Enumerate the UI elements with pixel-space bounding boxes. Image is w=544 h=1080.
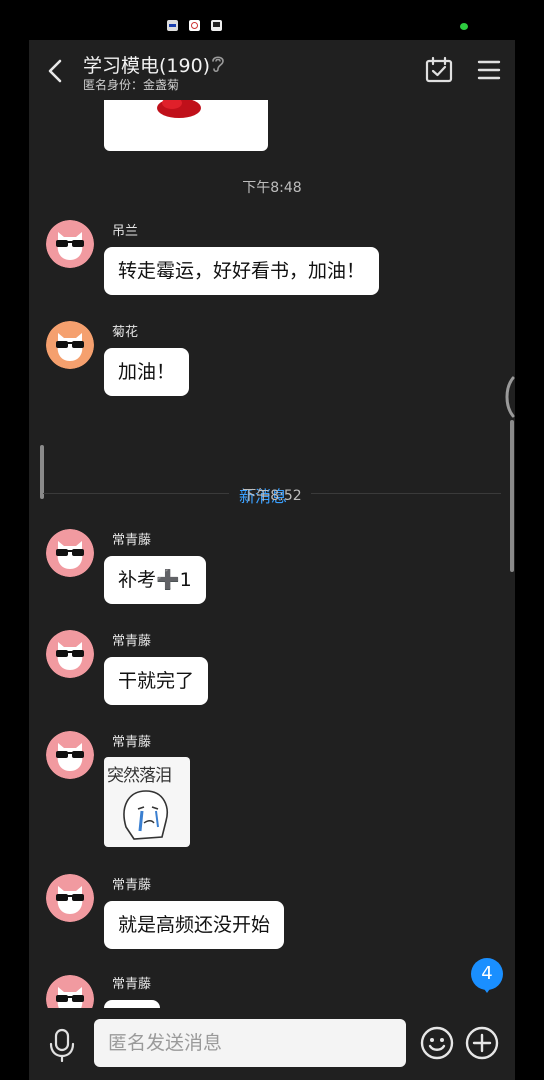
crying-face-image	[123, 790, 168, 840]
sender-name: 菊花	[112, 325, 139, 340]
sender-name: 常青藤	[112, 977, 152, 992]
avatar[interactable]	[46, 731, 94, 779]
notification-icon	[189, 20, 200, 31]
message-bubble[interactable]: 补考➕1	[104, 556, 206, 604]
sender-name: 常青藤	[112, 735, 152, 750]
message-bubble[interactable]: 加油！	[104, 348, 190, 396]
microphone-icon[interactable]	[47, 1028, 77, 1062]
avatar[interactable]	[46, 975, 94, 1008]
sticker-message[interactable]: 突然落泪	[104, 757, 190, 847]
sender-name: 常青藤	[112, 878, 152, 893]
avatar[interactable]	[46, 321, 94, 369]
timestamp: 下午8:52	[242, 488, 302, 504]
avatar[interactable]	[46, 220, 94, 268]
message-bubble[interactable]: 转走霉运，好好看书，加油！	[104, 247, 380, 295]
message-bubble[interactable]: 干就完了	[104, 657, 209, 705]
group-title[interactable]: 学习模电(190)	[83, 51, 210, 78]
smiley-icon[interactable]	[419, 1025, 455, 1061]
sender-name: 吊兰	[112, 224, 139, 239]
calendar-check-icon[interactable]	[424, 55, 454, 85]
plus-circle-icon[interactable]	[464, 1025, 500, 1061]
hamburger-menu-icon[interactable]	[476, 57, 502, 83]
notification-icon	[167, 20, 178, 31]
ear-icon[interactable]	[207, 52, 229, 74]
sender-name: 常青藤	[112, 634, 152, 649]
input-bar	[29, 1008, 515, 1080]
status-bar	[0, 0, 544, 40]
chat-header: 学习模电(190) 匿名身份：金盏菊	[29, 40, 515, 100]
avatar[interactable]	[46, 630, 94, 678]
status-indicator-icon	[460, 23, 468, 30]
image-content	[157, 100, 201, 118]
message-list[interactable]: 下午8:48 吊兰 转走霉运，好好看书，加油！ 菊花 加油！ 新消息 下午8:5…	[29, 100, 515, 1008]
anonymous-identity: 匿名身份：金盏菊	[83, 78, 180, 92]
notification-icon	[211, 20, 222, 31]
timestamp: 下午8:48	[242, 180, 302, 196]
message-bubble[interactable]: 就是高频还没开始	[104, 901, 285, 949]
chat-window: 学习模电(190) 匿名身份：金盏菊 下午8:48 吊兰 转走霉运，好好看书，加…	[29, 40, 515, 1080]
sender-name: 常青藤	[112, 533, 152, 548]
message-bubble[interactable]	[104, 1000, 160, 1008]
avatar[interactable]	[46, 529, 94, 577]
unread-count-badge[interactable]: 4	[471, 958, 503, 993]
avatar[interactable]	[46, 874, 94, 922]
message-input[interactable]	[94, 1019, 406, 1067]
back-chevron-icon[interactable]	[43, 58, 69, 84]
edge-handle[interactable]	[503, 376, 515, 418]
image-message[interactable]	[104, 100, 268, 151]
